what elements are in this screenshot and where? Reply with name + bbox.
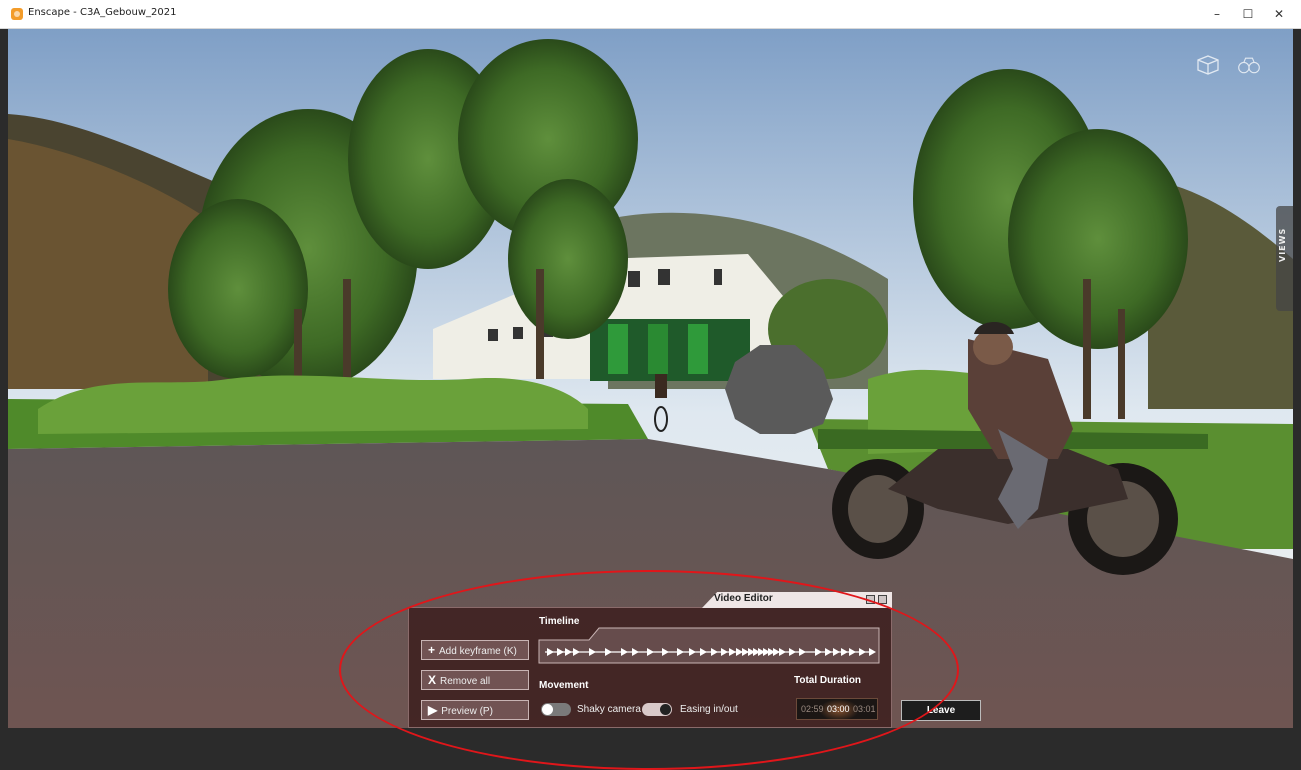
- cube-view-icon[interactable]: [1196, 54, 1220, 76]
- remove-all-button[interactable]: X Remove all: [421, 670, 529, 690]
- preview-label: Preview (P): [441, 706, 493, 717]
- easing-label: Easing in/out: [680, 704, 738, 715]
- play-icon: ▶: [428, 703, 438, 717]
- minimize-button[interactable]: –: [1202, 3, 1232, 25]
- easing-toggle[interactable]: [642, 703, 672, 716]
- movement-label: Movement: [539, 680, 589, 691]
- add-keyframe-button[interactable]: + Add keyframe (K): [421, 640, 529, 660]
- window-titlebar: Enscape - C3A_Gebouw_2021 – ☐ ✕: [0, 0, 1301, 29]
- add-keyframe-label: Add keyframe (K): [439, 646, 517, 657]
- leave-button[interactable]: Leave: [901, 700, 981, 721]
- plus-icon: +: [428, 643, 436, 657]
- editor-help-button[interactable]: [866, 595, 875, 604]
- x-icon: X: [428, 673, 437, 687]
- video-editor-title: Video Editor: [714, 593, 773, 604]
- views-panel-tab[interactable]: VIEWS: [1276, 206, 1293, 311]
- easing-knob: [660, 704, 671, 715]
- shaky-camera-knob: [542, 704, 553, 715]
- binoculars-icon[interactable]: [1237, 54, 1261, 76]
- editor-close-button[interactable]: [878, 595, 887, 604]
- preview-button[interactable]: ▶ Preview (P): [421, 700, 529, 720]
- remove-all-label: Remove all: [440, 676, 491, 687]
- maximize-button[interactable]: ☐: [1233, 3, 1263, 25]
- close-button[interactable]: ✕: [1264, 3, 1294, 25]
- duration-next: 03:01: [853, 704, 876, 714]
- enscape-logo-icon: [11, 8, 23, 20]
- total-duration-label: Total Duration: [794, 675, 862, 686]
- shaky-camera-label: Shaky camera: [577, 704, 641, 715]
- timeline-track[interactable]: [537, 626, 881, 664]
- duration-prev: 02:59: [801, 704, 824, 714]
- shaky-camera-toggle[interactable]: [541, 703, 571, 716]
- total-duration-spinner[interactable]: 02:59 03:00 03:01: [796, 698, 878, 720]
- views-tab-label: VIEWS: [1278, 227, 1287, 262]
- window-title: Enscape - C3A_Gebouw_2021: [28, 7, 177, 18]
- duration-current: 03:00: [827, 704, 850, 714]
